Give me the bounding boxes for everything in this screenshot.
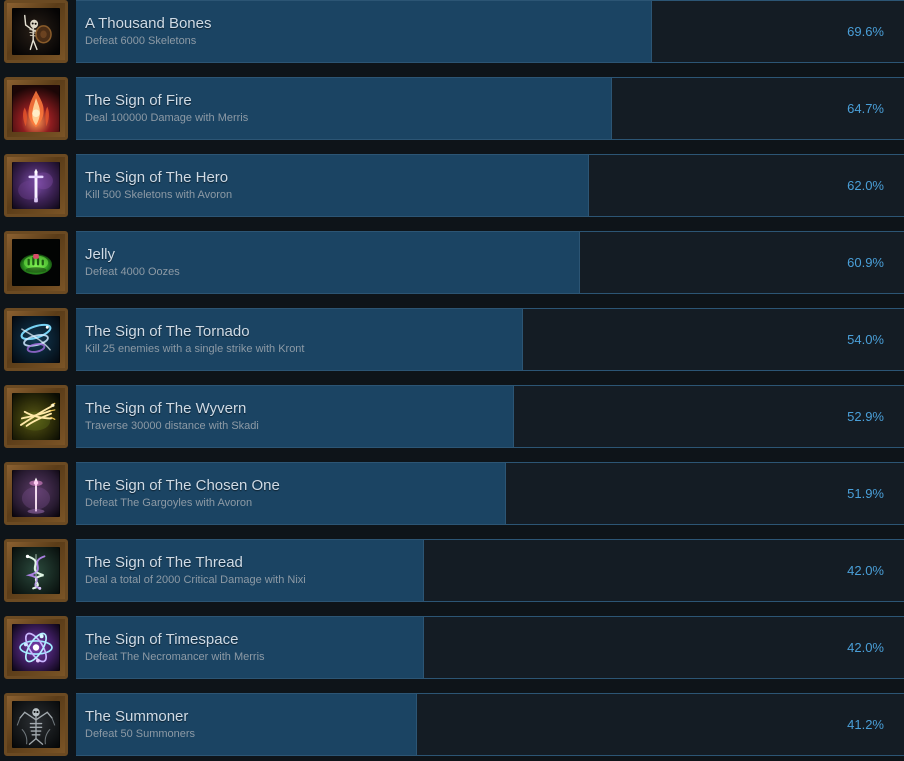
flame-icon: [12, 85, 60, 132]
achievement-progress-bar: The Summoner Defeat 50 Summoners 41.2%: [76, 693, 904, 756]
progress-bar-fill: [76, 463, 506, 524]
achievement-progress-bar: The Sign of The Thread Deal a total of 2…: [76, 539, 904, 602]
achievement-row[interactable]: The Sign of The Tornado Kill 25 enemies …: [0, 308, 904, 371]
achievement-icon-wrapper[interactable]: [4, 385, 68, 448]
twisted-thread-icon: [12, 547, 60, 594]
icon-ornate-frame: [4, 539, 68, 602]
achievement-percent: 52.9%: [847, 409, 884, 424]
achievement-row[interactable]: The Sign of The Chosen One Defeat The Ga…: [0, 462, 904, 525]
achievement-icon-wrapper[interactable]: [4, 462, 68, 525]
achievement-progress-bar: Jelly Defeat 4000 Oozes 60.9%: [76, 231, 904, 294]
icon-ornate-frame: [4, 693, 68, 756]
achievement-row[interactable]: The Summoner Defeat 50 Summoners 41.2%: [0, 693, 904, 756]
icon-ornate-frame: [4, 385, 68, 448]
achievement-percent: 51.9%: [847, 486, 884, 501]
achievement-icon-wrapper[interactable]: [4, 77, 68, 140]
progress-bar-fill: [76, 232, 581, 293]
progress-bar-fill: [76, 309, 524, 370]
achievement-percent: 42.0%: [847, 563, 884, 578]
achievement-percent: 60.9%: [847, 255, 884, 270]
achievement-row[interactable]: The Sign of The Wyvern Traverse 30000 di…: [0, 385, 904, 448]
achievement-row[interactable]: The Sign of The Hero Kill 500 Skeletons …: [0, 154, 904, 217]
achievement-icon-wrapper[interactable]: [4, 308, 68, 371]
achievement-icon-wrapper[interactable]: [4, 539, 68, 602]
achievement-progress-bar: A Thousand Bones Defeat 6000 Skeletons 6…: [76, 0, 904, 63]
green-ooze-icon: [12, 239, 60, 286]
achievement-list: A Thousand Bones Defeat 6000 Skeletons 6…: [0, 0, 904, 756]
icon-ornate-frame: [4, 154, 68, 217]
achievement-row[interactable]: A Thousand Bones Defeat 6000 Skeletons 6…: [0, 0, 904, 63]
icon-ornate-frame: [4, 462, 68, 525]
achievement-progress-bar: The Sign of The Hero Kill 500 Skeletons …: [76, 154, 904, 217]
progress-bar-fill: [76, 694, 418, 755]
tornado-swirl-icon: [12, 316, 60, 363]
icon-ornate-frame: [4, 308, 68, 371]
light-beam-icon: [12, 470, 60, 517]
progress-bar-fill: [76, 386, 514, 447]
glowing-sword-icon: [12, 162, 60, 209]
achievement-icon-wrapper[interactable]: [4, 0, 68, 63]
progress-bar-fill: [76, 617, 424, 678]
achievement-row[interactable]: The Sign of The Thread Deal a total of 2…: [0, 539, 904, 602]
achievement-progress-bar: The Sign of Fire Deal 100000 Damage with…: [76, 77, 904, 140]
wyvern-wing-icon: [12, 393, 60, 440]
achievement-progress-bar: The Sign of Timespace Defeat The Necroma…: [76, 616, 904, 679]
achievement-progress-bar: The Sign of The Wyvern Traverse 30000 di…: [76, 385, 904, 448]
icon-ornate-frame: [4, 77, 68, 140]
progress-bar-fill: [76, 1, 653, 62]
achievement-percent: 64.7%: [847, 101, 884, 116]
achievement-icon-wrapper[interactable]: [4, 231, 68, 294]
achievement-percent: 54.0%: [847, 332, 884, 347]
achievement-progress-bar: The Sign of The Chosen One Defeat The Ga…: [76, 462, 904, 525]
achievement-row[interactable]: Jelly Defeat 4000 Oozes 60.9%: [0, 231, 904, 294]
progress-bar-fill: [76, 78, 612, 139]
achievement-row[interactable]: The Sign of Timespace Defeat The Necroma…: [0, 616, 904, 679]
achievement-percent: 41.2%: [847, 717, 884, 732]
icon-ornate-frame: [4, 231, 68, 294]
progress-bar-fill: [76, 540, 424, 601]
progress-bar-fill: [76, 155, 590, 216]
achievement-percent: 42.0%: [847, 640, 884, 655]
achievement-icon-wrapper[interactable]: [4, 154, 68, 217]
achievement-percent: 62.0%: [847, 178, 884, 193]
achievement-icon-wrapper[interactable]: [4, 616, 68, 679]
orbiting-planet-icon: [12, 624, 60, 671]
achievement-percent: 69.6%: [847, 24, 884, 39]
achievement-progress-bar: The Sign of The Tornado Kill 25 enemies …: [76, 308, 904, 371]
icon-ornate-frame: [4, 616, 68, 679]
skeletal-summoner-icon: [12, 701, 60, 748]
achievement-row[interactable]: The Sign of Fire Deal 100000 Damage with…: [0, 77, 904, 140]
skeleton-warrior-icon: [12, 8, 60, 55]
achievement-icon-wrapper[interactable]: [4, 693, 68, 756]
icon-ornate-frame: [4, 0, 68, 63]
